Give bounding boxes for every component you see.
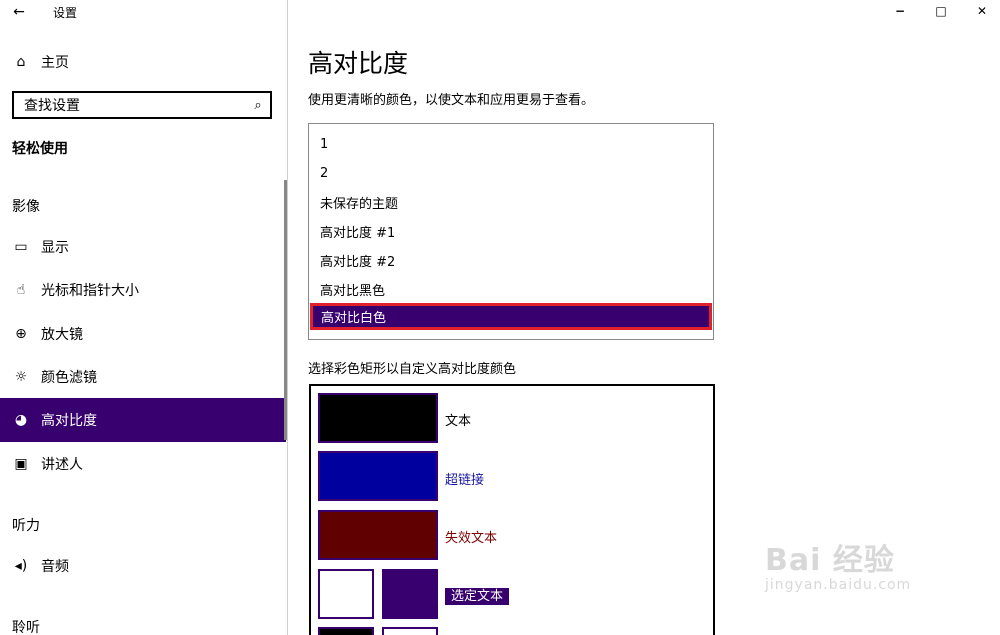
page-description: 使用更清晰的颜色，以使文本和应用更易于查看。 (308, 93, 595, 108)
theme-option[interactable]: 未保存的主题 (309, 189, 713, 216)
home-label: 主页 (41, 55, 69, 71)
baidu-watermark: Bai 经验 jingyan.baidu.com (765, 535, 911, 593)
color-section-label: 选择彩色矩形以自定义高对比度颜色 (308, 362, 517, 377)
sidebar-scrollbar[interactable] (284, 180, 287, 440)
text-color-swatch[interactable] (318, 393, 438, 443)
home-icon: ⌂ (16, 54, 26, 70)
sidebar-item-label: 高对比度 (41, 413, 97, 429)
theme-list[interactable]: 1 2 未保存的主题 高对比度 #1 高对比度 #2 高对比黑色 高对比白色 (308, 123, 714, 340)
monitor-icon: ▭ (14, 239, 28, 255)
selected-text-bg-swatch[interactable] (318, 569, 374, 619)
selected-text-fg-swatch[interactable] (382, 569, 438, 619)
color-swatch-panel: 文本 超链接 失效文本 选定文本 (309, 384, 715, 635)
text-color-label: 文本 (445, 414, 472, 429)
sidebar-item-label: 显示 (41, 240, 69, 256)
button-text-swatch[interactable] (318, 627, 374, 635)
sidebar-item-display[interactable]: ▭ 显示 (0, 225, 286, 269)
sidebar-item-audio[interactable]: ◂) 音频 (0, 544, 286, 588)
hyperlink-color-swatch[interactable] (318, 451, 438, 501)
sidebar-item-label: 颜色滤镜 (41, 370, 97, 386)
section-title: 轻松使用 (12, 141, 68, 157)
speaker-icon: ◂) (14, 558, 28, 574)
selected-text-sample: 选定文本 (445, 588, 510, 605)
cursor-icon: ☝ (16, 282, 26, 298)
theme-option[interactable]: 1 (309, 131, 713, 158)
minimize-button[interactable]: − (880, 0, 920, 22)
group-label-vision: 影像 (12, 199, 40, 215)
button-bg-swatch[interactable] (382, 627, 438, 635)
palette-icon: ◕ (14, 412, 28, 428)
sidebar-item-magnifier[interactable]: ⊕ 放大镜 (0, 312, 286, 356)
sun-icon: ☼ (14, 369, 28, 385)
group-label-hearing: 听力 (12, 518, 40, 534)
search-icon: ⌕ (254, 97, 262, 113)
theme-option[interactable]: 高对比黑色 (309, 276, 713, 303)
app-title: 设置 (53, 6, 78, 20)
maximize-button[interactable]: □ (921, 0, 961, 22)
back-arrow-icon[interactable]: ← (8, 2, 30, 22)
theme-option-selected[interactable]: 高对比白色 (310, 303, 712, 330)
narrator-icon: ▣ (14, 456, 28, 472)
sidebar-item-cursor[interactable]: ☝ 光标和指针大小 (0, 268, 286, 312)
sidebar-item-label: 音频 (41, 559, 69, 575)
sidebar-item-color-filters[interactable]: ☼ 颜色滤镜 (0, 355, 286, 399)
close-button[interactable]: ✕ (962, 0, 1000, 22)
sidebar-item-label: 光标和指针大小 (41, 283, 139, 299)
theme-option[interactable]: 高对比度 #2 (309, 247, 713, 274)
search-placeholder: 查找设置 (24, 98, 80, 114)
theme-option[interactable]: 2 (309, 160, 713, 187)
selected-text-label: 选定文本 (445, 585, 510, 605)
magnifier-icon: ⊕ (15, 326, 27, 342)
disabled-text-color-swatch[interactable] (318, 510, 438, 560)
home-nav-item[interactable]: ⌂ 主页 (12, 52, 69, 72)
watermark-main: Bai 经验 (765, 543, 895, 578)
search-input[interactable]: 查找设置 ⌕ (12, 91, 272, 119)
watermark-sub: jingyan.baidu.com (765, 577, 912, 593)
page-title: 高对比度 (308, 49, 409, 78)
theme-option[interactable]: 高对比度 #1 (309, 218, 713, 245)
group-label-listening: 聆听 (12, 620, 40, 635)
hyperlink-color-label: 超链接 (445, 473, 485, 488)
sidebar-item-label: 放大镜 (41, 327, 83, 343)
title-bar: ← 设置 (0, 0, 288, 24)
sidebar-item-high-contrast[interactable]: ◕ 高对比度 (0, 398, 286, 442)
disabled-text-color-label: 失效文本 (445, 531, 498, 546)
sidebar-item-label: 讲述人 (41, 457, 83, 473)
sidebar-item-narrator[interactable]: ▣ 讲述人 (0, 442, 286, 486)
sidebar: ← 设置 ⌂ 主页 查找设置 ⌕ 轻松使用 影像 ▭ 显示 ☝ 光标和指针大小 … (0, 0, 288, 635)
